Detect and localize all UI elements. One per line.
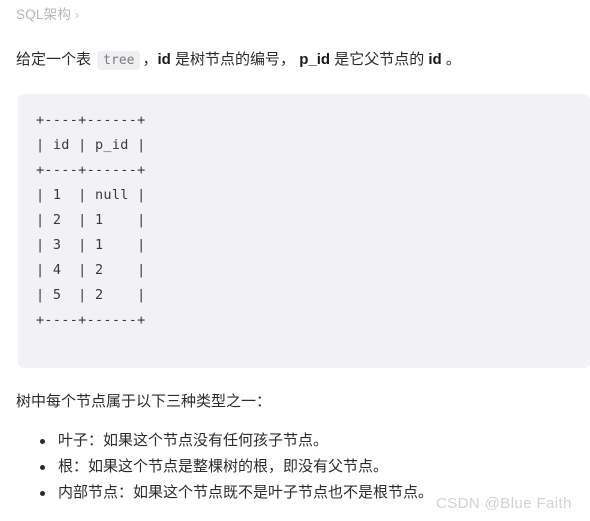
intro-paragraph: 给定一个表 tree ，id 是树节点的编号， p_id 是它父节点的 id 。 [16,47,576,74]
intro-mid2: 是树节点的编号， [170,51,300,68]
list-item: 根：如果这个节点是整棵树的根，即没有父节点。 [34,454,590,480]
list-item-label: 内部节点：如果这个节点既不是叶子节点也不是根节点。 [58,484,434,501]
intro-mid3: 是它父节点的 [330,51,429,68]
article-page: SQL架构 › 给定一个表 tree ，id 是树节点的编号， p_id 是它父节点… [0,0,590,521]
bullet-dot-icon [40,491,45,496]
breadcrumb-item-sql-schema[interactable]: SQL架构 [16,7,71,22]
section-lead-text: 树中每个节点属于以下三种类型之一： [16,393,272,410]
intro-bold-id2: id [428,51,442,68]
list-item: 叶子：如果这个节点没有任何孩子节点。 [34,428,590,454]
intro-mid1: ， [142,51,158,68]
bullet-dot-icon [40,439,45,444]
intro-bold-id: id [157,51,171,68]
chevron-right-icon: › [75,8,80,22]
list-item-label: 叶子：如果这个节点没有任何孩子节点。 [58,432,329,449]
list-item-label: 根：如果这个节点是整棵树的根，即没有父节点。 [58,458,389,475]
code-block: +----+------+ | id | p_id | +----+------… [18,94,590,368]
inline-code-table-name: tree [97,51,141,70]
breadcrumb[interactable]: SQL架构 › [16,6,79,24]
watermark: CSDN @Blue Faith [436,495,572,512]
bullet-dot-icon [40,465,45,470]
intro-prefix: 给定一个表 [16,51,96,68]
code-block-content: +----+------+ | id | p_id | +----+------… [36,112,146,328]
intro-bold-pid: p_id [299,51,331,68]
intro-suffix: 。 [441,51,461,68]
